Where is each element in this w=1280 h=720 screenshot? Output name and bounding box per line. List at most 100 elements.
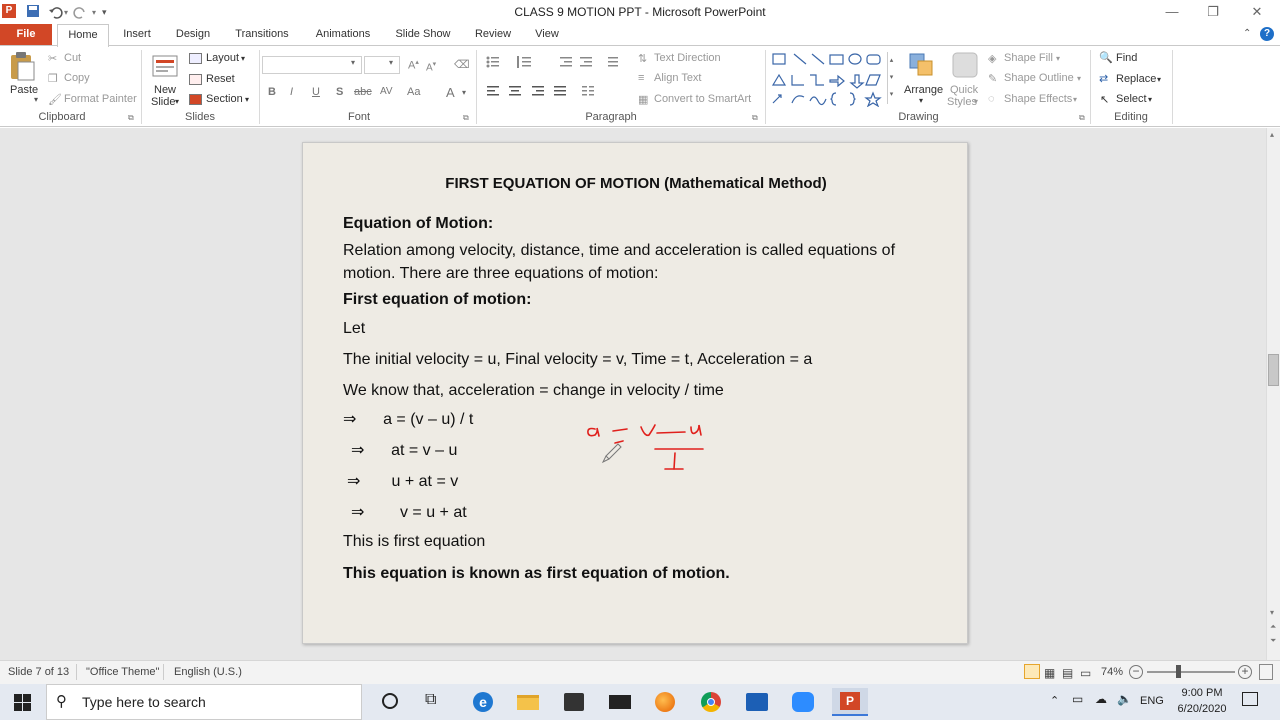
clock-time[interactable]: 9:00 PM: [1172, 687, 1232, 699]
next-slide-icon[interactable]: ⏷: [1270, 636, 1276, 646]
shape-fill-button[interactable]: Shape Fill: [1004, 52, 1053, 64]
scroll-up-icon[interactable]: ▴: [1270, 130, 1274, 139]
grow-font-icon[interactable]: A▴: [408, 58, 419, 72]
columns-icon[interactable]: [582, 86, 594, 96]
align-left-icon[interactable]: [487, 86, 499, 96]
quick-styles-button[interactable]: Styles: [947, 96, 977, 108]
section-dropdown-icon[interactable]: ▾: [245, 95, 249, 104]
clear-formatting-icon[interactable]: ⌫: [454, 58, 470, 71]
slide-equation-line[interactable]: ⇒ u + at = v: [347, 471, 458, 491]
align-right-icon[interactable]: [532, 86, 544, 96]
arrange-button[interactable]: Arrange: [904, 84, 943, 96]
shrink-font-icon[interactable]: A▾: [426, 60, 436, 73]
file-explorer-icon[interactable]: [510, 688, 546, 716]
zoom-out-icon[interactable]: −: [1129, 665, 1143, 679]
new-slide-label-1[interactable]: New: [154, 84, 176, 96]
arrange-dropdown-icon[interactable]: ▾: [919, 96, 923, 105]
theme-status[interactable]: "Office Theme": [86, 666, 159, 678]
tab-file[interactable]: File: [0, 24, 52, 46]
tab-insert[interactable]: Insert: [114, 24, 160, 46]
slide-equation-line[interactable]: ⇒ v = u + at: [351, 502, 467, 522]
slide-heading-equation-of-motion[interactable]: Equation of Motion:: [343, 215, 493, 233]
slide-text-line[interactable]: Let: [343, 320, 365, 338]
strikethrough-button[interactable]: abc: [354, 86, 372, 98]
clipboard-dialog-launcher-icon[interactable]: ⧉: [128, 113, 134, 123]
justify-icon[interactable]: [554, 86, 566, 96]
cortana-icon[interactable]: [382, 693, 398, 709]
character-spacing-button[interactable]: AV: [380, 86, 393, 97]
shapes-gallery[interactable]: [770, 51, 896, 107]
language-status[interactable]: English (U.S.): [174, 666, 242, 678]
restore-button[interactable]: ❐: [1193, 2, 1233, 22]
volume-icon[interactable]: 🔈: [1117, 692, 1132, 706]
mail-icon[interactable]: [602, 688, 638, 716]
slide-canvas[interactable]: FIRST EQUATION OF MOTION (Mathematical M…: [302, 142, 968, 644]
font-color-button[interactable]: A: [446, 85, 455, 100]
change-case-button[interactable]: Aa: [407, 86, 420, 98]
tab-view[interactable]: View: [528, 24, 566, 46]
chrome-icon[interactable]: [693, 688, 729, 716]
font-size-dropdown-icon[interactable]: ▾: [389, 58, 393, 67]
tab-home[interactable]: Home: [57, 24, 109, 47]
cut-button[interactable]: Cut: [64, 52, 81, 64]
powerpoint-taskbar-icon[interactable]: P: [832, 688, 868, 716]
shapes-scroll-icon[interactable]: ▴ ▾ ▾: [887, 52, 895, 104]
windows-start-icon[interactable]: [14, 694, 32, 712]
scroll-down-icon[interactable]: ▾: [1270, 608, 1274, 617]
decrease-indent-icon[interactable]: [560, 57, 572, 67]
fit-slide-icon[interactable]: [1259, 664, 1273, 680]
tab-design[interactable]: Design: [168, 24, 218, 46]
slide-text-line[interactable]: motion. There are three equations of mot…: [343, 265, 658, 283]
align-text-button[interactable]: Align Text: [654, 72, 702, 84]
clock-date[interactable]: 6/20/2020: [1170, 703, 1234, 715]
layout-button[interactable]: Layout: [206, 52, 239, 64]
align-center-icon[interactable]: [509, 86, 521, 96]
select-button[interactable]: Select: [1116, 93, 1147, 105]
bullets-icon[interactable]: [486, 56, 500, 68]
shape-outline-dropdown-icon[interactable]: ▾: [1077, 74, 1081, 83]
replace-button[interactable]: Replace: [1116, 73, 1156, 85]
numbering-icon[interactable]: [517, 56, 531, 68]
input-language[interactable]: ENG: [1140, 695, 1164, 707]
layout-dropdown-icon[interactable]: ▾: [241, 54, 245, 63]
zoom-level[interactable]: 74%: [1101, 666, 1123, 678]
vertical-scrollbar[interactable]: ▴ ▾ ⏶ ⏷: [1266, 128, 1280, 660]
edge-icon[interactable]: e: [465, 688, 501, 716]
convert-smartart-button[interactable]: Convert to SmartArt: [654, 93, 751, 105]
paste-dropdown-icon[interactable]: ▾: [34, 95, 38, 104]
text-shadow-button[interactable]: S: [336, 86, 343, 98]
tab-slide-show[interactable]: Slide Show: [390, 24, 456, 46]
find-button[interactable]: Find: [1116, 52, 1137, 64]
font-family-dropdown-icon[interactable]: ▾: [351, 58, 355, 67]
slide-title[interactable]: FIRST EQUATION OF MOTION (Mathematical M…: [303, 175, 969, 192]
slide-number-status[interactable]: Slide 7 of 13: [8, 666, 69, 678]
slide-equation-line[interactable]: ⇒ a = (v – u) / t: [343, 409, 473, 429]
new-slide-dropdown-icon[interactable]: ▾: [175, 97, 179, 106]
zoom-app-icon[interactable]: [785, 688, 821, 716]
copy-button[interactable]: Copy: [64, 72, 90, 84]
zoom-in-icon[interactable]: +: [1238, 665, 1252, 679]
search-placeholder[interactable]: Type here to search: [82, 694, 206, 710]
underline-button[interactable]: U: [312, 86, 320, 98]
quick-styles-dropdown-icon[interactable]: ▾: [974, 97, 978, 106]
slide-text-line[interactable]: The initial velocity = u, Final velocity…: [343, 351, 812, 369]
whiteboard-icon[interactable]: [739, 688, 775, 716]
font-dialog-launcher-icon[interactable]: ⧉: [463, 113, 469, 123]
store-icon[interactable]: [556, 688, 592, 716]
slide-conclusion[interactable]: This equation is known as first equation…: [343, 565, 730, 583]
shape-fill-dropdown-icon[interactable]: ▾: [1056, 54, 1060, 63]
quick-styles-label-1[interactable]: Quick: [950, 84, 978, 96]
replace-dropdown-icon[interactable]: ▾: [1157, 75, 1161, 84]
zoom-slider[interactable]: [1147, 671, 1235, 673]
bold-button[interactable]: B: [268, 86, 276, 98]
show-hidden-icons[interactable]: ⌃: [1050, 694, 1059, 707]
zoom-slider-thumb[interactable]: [1176, 665, 1181, 678]
text-direction-button[interactable]: Text Direction: [654, 52, 721, 64]
reading-view-icon[interactable]: ▤: [1062, 666, 1073, 680]
normal-view-icon[interactable]: [1024, 664, 1040, 679]
new-slide-button[interactable]: Slide: [151, 96, 175, 108]
select-dropdown-icon[interactable]: ▾: [1148, 95, 1152, 104]
network-icon[interactable]: ▭: [1072, 692, 1083, 706]
scrollbar-thumb[interactable]: [1268, 354, 1279, 386]
reset-button[interactable]: Reset: [206, 73, 235, 85]
